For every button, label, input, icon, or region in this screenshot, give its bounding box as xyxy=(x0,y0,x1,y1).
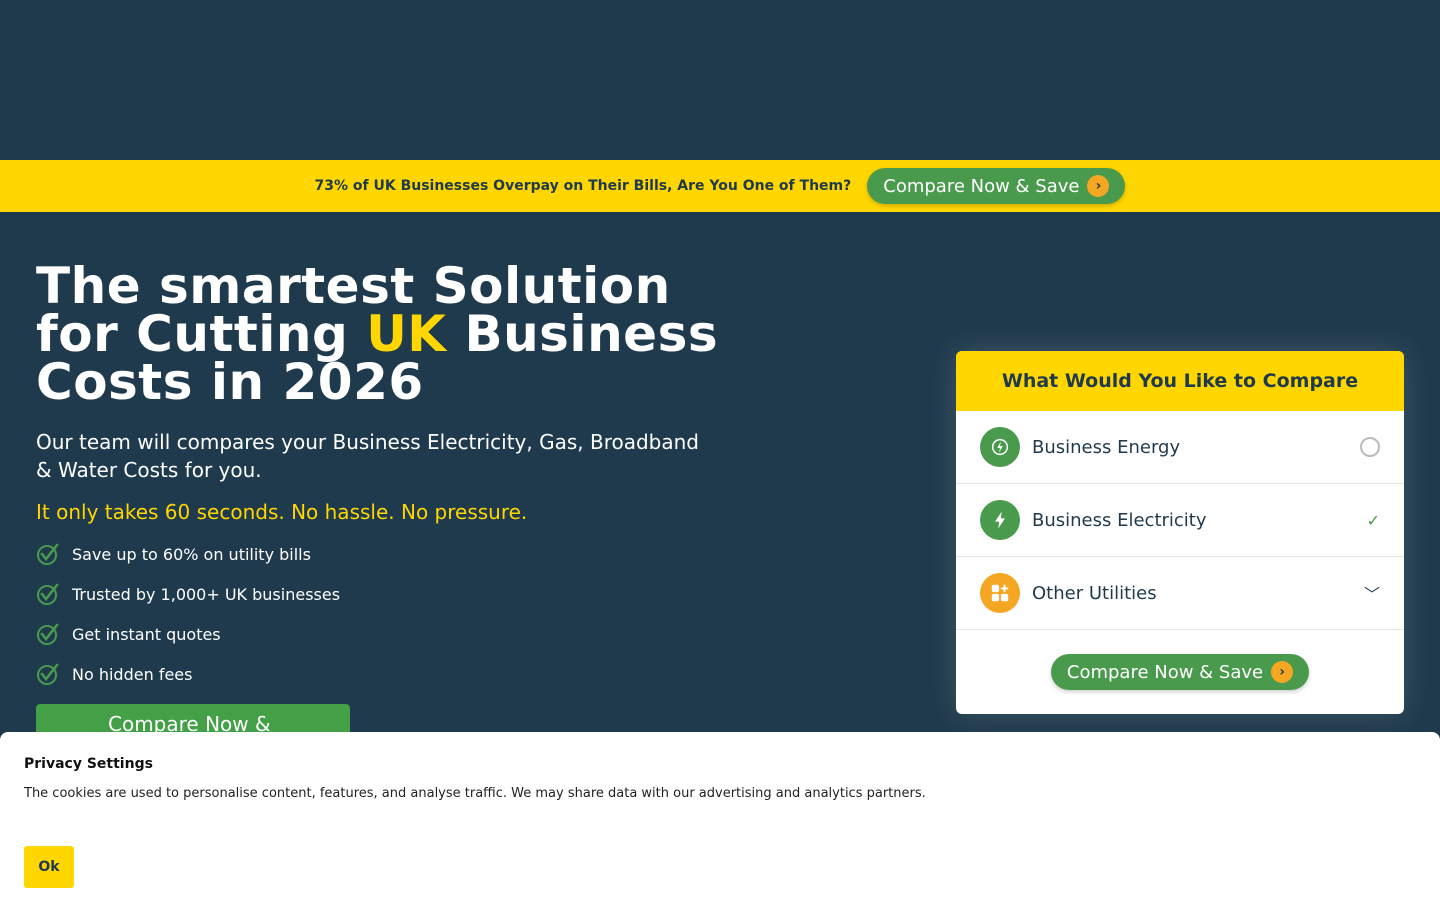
chevron-down-icon[interactable]: ﹀ xyxy=(1364,581,1380,605)
feature-label: No hidden fees xyxy=(72,664,193,684)
hero-title: The smartest Solution for Cutting UK Bus… xyxy=(36,261,736,407)
cookie-title: Privacy Settings xyxy=(24,756,153,772)
option-other-utilities[interactable]: Other Utilities ﹀ xyxy=(956,557,1404,630)
chevron-right-icon: › xyxy=(1087,175,1110,197)
promo-text: 73% of UK Businesses Overpay on Their Bi… xyxy=(314,178,852,194)
hero-subtitle: Our team will compares your Business Ele… xyxy=(36,430,699,482)
option-label: Business Energy xyxy=(1032,436,1181,458)
check-circle-icon xyxy=(37,663,59,685)
hero-title-line2-post: Business xyxy=(446,305,719,363)
feature-item: Trusted by 1,000+ UK businesses xyxy=(36,574,736,614)
card-compare-button[interactable]: Compare Now & Save › xyxy=(1050,654,1310,690)
promo-compare-label: Compare Now & Save xyxy=(883,175,1080,197)
hero-title-line3: Costs in 2026 xyxy=(36,353,424,411)
energy-icon xyxy=(980,427,1020,467)
hero-tagline: It only takes 60 seconds. No hassle. No … xyxy=(36,500,528,524)
option-label: Other Utilities xyxy=(1032,582,1157,604)
feature-item: No hidden fees xyxy=(36,654,736,694)
option-business-energy[interactable]: Business Energy xyxy=(956,411,1404,484)
compare-card: What Would You Like to Compare Business … xyxy=(956,351,1404,714)
lightning-icon xyxy=(980,500,1020,540)
apps-icon xyxy=(980,573,1020,613)
header-area xyxy=(0,0,1440,160)
promo-bar: 73% of UK Businesses Overpay on Their Bi… xyxy=(0,160,1440,212)
option-business-electricity[interactable]: Business Electricity ✓ xyxy=(956,484,1404,557)
feature-label: Save up to 60% on utility bills xyxy=(72,544,311,564)
compare-card-footer: Compare Now & Save › xyxy=(956,630,1404,714)
feature-item: Get instant quotes xyxy=(36,614,736,654)
cookie-ok-button[interactable]: Ok xyxy=(24,846,74,888)
check-circle-icon xyxy=(37,543,59,565)
cookie-text: The cookies are used to personalise cont… xyxy=(24,786,926,801)
feature-label: Get instant quotes xyxy=(72,624,221,644)
check-circle-icon xyxy=(37,583,59,605)
feature-label: Trusted by 1,000+ UK businesses xyxy=(72,584,341,604)
cookie-banner: Privacy Settings The cookies are used to… xyxy=(0,732,1440,900)
compare-card-title: What Would You Like to Compare xyxy=(956,351,1404,411)
hero-section: The smartest Solution for Cutting UK Bus… xyxy=(36,261,736,768)
check-icon: ✓ xyxy=(1366,510,1380,530)
feature-list: Save up to 60% on utility bills Trusted … xyxy=(36,534,736,694)
option-label: Business Electricity xyxy=(1032,509,1207,531)
promo-compare-button[interactable]: Compare Now & Save › xyxy=(867,168,1126,204)
chevron-right-icon: › xyxy=(1271,661,1294,683)
card-compare-label: Compare Now & Save xyxy=(1066,661,1264,683)
check-circle-icon xyxy=(37,623,59,645)
feature-item: Save up to 60% on utility bills xyxy=(36,534,736,574)
radio-icon[interactable] xyxy=(1360,437,1380,457)
